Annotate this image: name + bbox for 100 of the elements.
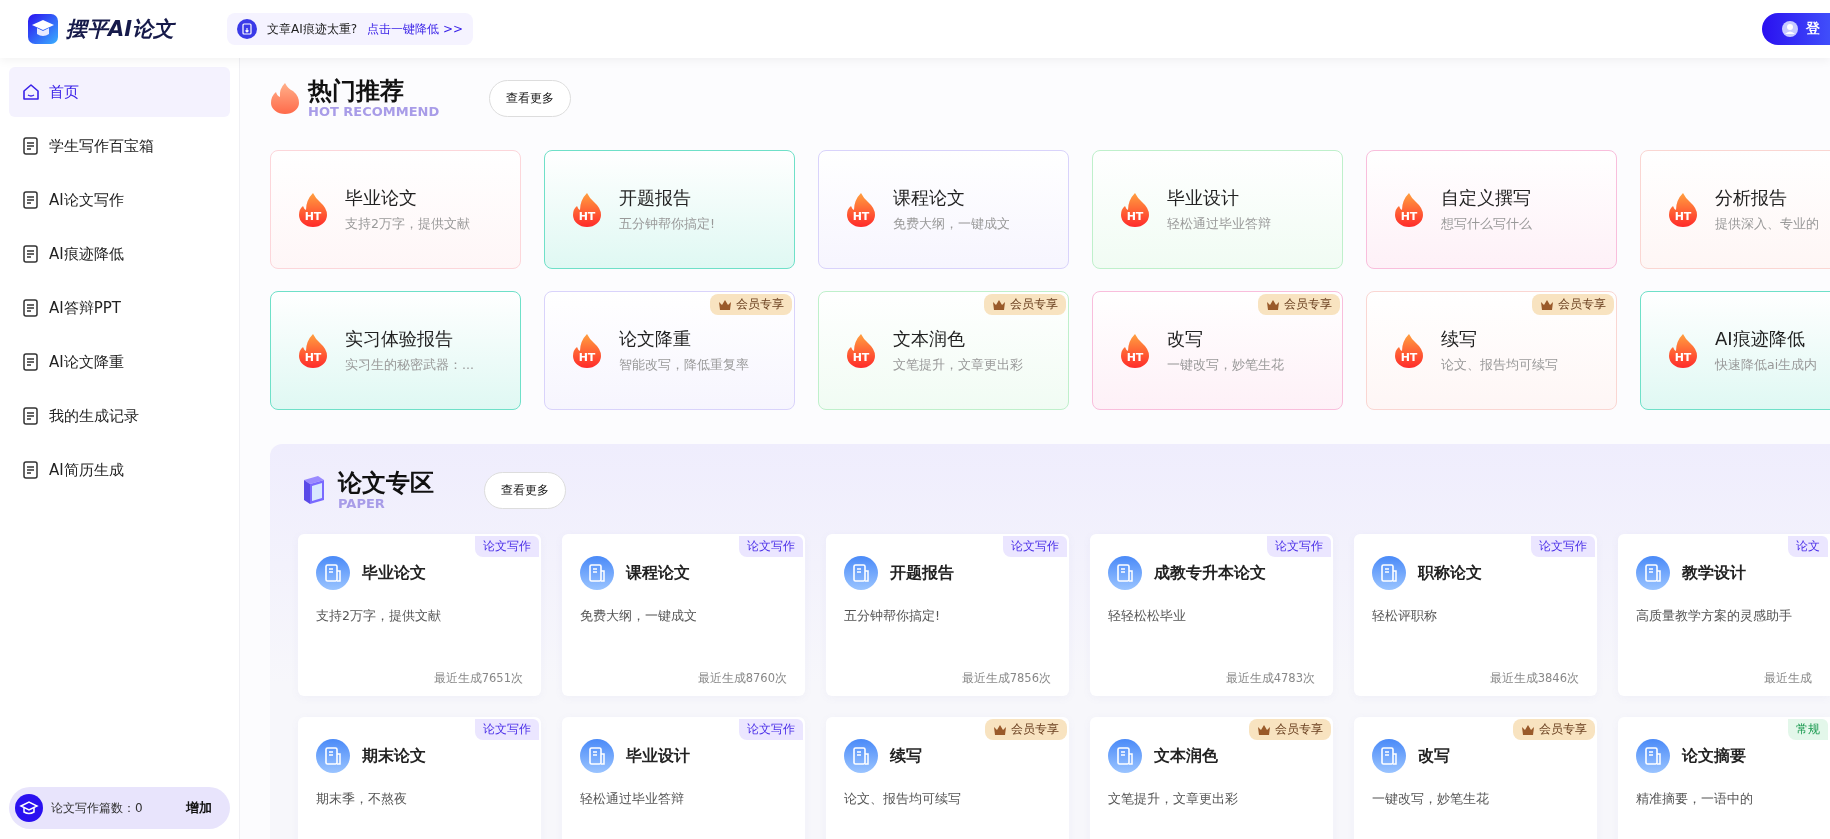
card-description: 提供深入、专业的 bbox=[1715, 216, 1819, 233]
paper-card[interactable]: 论文 教学设计 高质量教学方案的灵感助手 最近生成 bbox=[1618, 534, 1830, 696]
recommend-card[interactable]: HT 毕业设计 轻松通过毕业答辩 bbox=[1092, 150, 1343, 269]
vip-tag: 会员专享 bbox=[1513, 719, 1595, 740]
login-button[interactable]: 登 bbox=[1762, 13, 1830, 45]
vip-tag: 会员专享 bbox=[985, 719, 1067, 740]
view-more-button[interactable]: 查看更多 bbox=[489, 79, 572, 117]
document-icon bbox=[844, 556, 878, 590]
card-title: 文本润色 bbox=[893, 327, 966, 351]
document-icon bbox=[316, 556, 350, 590]
sidebar-item[interactable]: AI痕迹降低 bbox=[9, 229, 230, 279]
flame-badge-icon: HT bbox=[1121, 192, 1149, 227]
document-icon bbox=[1372, 556, 1406, 590]
document-icon bbox=[1372, 739, 1406, 773]
vip-tag: 会员专享 bbox=[1532, 294, 1614, 315]
recommend-card[interactable]: HT 开题报告 五分钟帮你搞定! bbox=[544, 150, 795, 269]
graduation-cap-logo-icon bbox=[28, 14, 58, 44]
flame-badge-icon: HT bbox=[299, 192, 327, 227]
add-button[interactable]: 增加 bbox=[180, 798, 218, 818]
paper-card[interactable]: 论文写作 职称论文 轻松评职称 最近生成3846次 bbox=[1354, 534, 1597, 696]
card-description: 文笔提升，文章更出彩 bbox=[893, 357, 1023, 374]
recommend-card[interactable]: HT 自定义撰写 想写什么写什么 bbox=[1366, 150, 1617, 269]
flame-badge-icon: HT bbox=[1121, 333, 1149, 368]
sidebar-item[interactable]: AI论文写作 bbox=[9, 175, 230, 225]
view-more-button[interactable]: 查看更多 bbox=[484, 471, 566, 509]
sidebar-item[interactable]: AI答辩PPT bbox=[9, 283, 230, 333]
card-title: 改写 bbox=[1167, 327, 1204, 351]
crown-icon bbox=[1540, 298, 1554, 311]
category-tag: 论文写作 bbox=[475, 536, 539, 557]
document-icon bbox=[1108, 739, 1142, 773]
recommend-card[interactable]: HT 课程论文 免费大纲，一键成文 bbox=[818, 150, 1069, 269]
card-title: 开题报告 bbox=[619, 186, 692, 210]
card-description: 轻松通过毕业答辩 bbox=[580, 791, 685, 808]
generation-count: 最近生成 bbox=[1764, 671, 1812, 686]
crown-icon bbox=[1521, 723, 1535, 736]
card-title: 毕业论文 bbox=[345, 186, 418, 210]
document-icon bbox=[21, 190, 41, 210]
card-description: 支持2万字，提供文献 bbox=[345, 216, 470, 233]
card-description: 五分钟帮你搞定! bbox=[619, 216, 715, 233]
card-title: 毕业设计 bbox=[626, 745, 690, 767]
paper-card[interactable]: 会员专享 文本润色 文笔提升，文章更出彩 bbox=[1090, 717, 1333, 839]
reduce-ai-link[interactable]: 点击一键降低 >> bbox=[367, 20, 464, 38]
paper-card[interactable]: 常规 论文摘要 精准摘要，一语中的 bbox=[1618, 717, 1830, 839]
flame-badge-icon: HT bbox=[299, 333, 327, 368]
document-icon bbox=[1636, 556, 1670, 590]
card-description: 免费大纲，一键成文 bbox=[893, 216, 1010, 233]
crown-icon bbox=[1257, 723, 1271, 736]
recommend-card[interactable]: HT 毕业论文 支持2万字，提供文献 bbox=[270, 150, 521, 269]
sidebar-item[interactable]: 首页 bbox=[9, 67, 230, 117]
document-icon bbox=[580, 739, 614, 773]
card-title: 自定义撰写 bbox=[1441, 186, 1532, 210]
sidebar-item[interactable]: 学生写作百宝箱 bbox=[9, 121, 230, 171]
recommend-card[interactable]: 会员专享 HT 改写 一键改写，妙笔生花 bbox=[1092, 291, 1343, 410]
crown-icon bbox=[993, 723, 1007, 736]
card-description: 高质量教学方案的灵感助手 bbox=[1636, 608, 1793, 625]
flame-badge-icon: HT bbox=[847, 333, 875, 368]
card-title: 职称论文 bbox=[1418, 562, 1482, 584]
card-title: 实习体验报告 bbox=[345, 327, 454, 351]
recommend-card[interactable]: HT AI痕迹降低 快速降低ai生成内 bbox=[1640, 291, 1830, 410]
recommend-card[interactable]: HT 分析报告 提供深入、专业的 bbox=[1640, 150, 1830, 269]
paper-card[interactable]: 论文写作 成教专升本论文 轻轻松松毕业 最近生成4783次 bbox=[1090, 534, 1333, 696]
card-title: 改写 bbox=[1418, 745, 1450, 767]
flame-badge-icon: HT bbox=[1669, 192, 1697, 227]
card-description: 轻松通过毕业答辩 bbox=[1167, 216, 1271, 233]
crown-icon bbox=[1266, 298, 1280, 311]
card-title: 毕业设计 bbox=[1167, 186, 1240, 210]
card-title: 期末论文 bbox=[362, 745, 426, 767]
paper-card[interactable]: 论文写作 毕业设计 轻松通过毕业答辩 bbox=[562, 717, 805, 839]
vip-tag: 会员专享 bbox=[984, 294, 1066, 315]
document-download-icon bbox=[237, 19, 257, 39]
sidebar-item[interactable]: AI简历生成 bbox=[9, 445, 230, 495]
generation-count: 最近生成7651次 bbox=[433, 671, 523, 686]
card-title: 续写 bbox=[890, 745, 922, 767]
document-icon bbox=[844, 739, 878, 773]
card-title: 成教专升本论文 bbox=[1154, 562, 1266, 584]
recommend-card[interactable]: 会员专享 HT 文本润色 文笔提升，文章更出彩 bbox=[818, 291, 1069, 410]
sidebar-item[interactable]: 我的生成记录 bbox=[9, 391, 230, 441]
card-description: 论文、报告均可续写 bbox=[844, 791, 962, 808]
card-title: 开题报告 bbox=[890, 562, 954, 584]
card-title: 课程论文 bbox=[893, 186, 966, 210]
card-title: 教学设计 bbox=[1682, 562, 1746, 584]
paper-card[interactable]: 会员专享 改写 一键改写，妙笔生花 bbox=[1354, 717, 1597, 839]
paper-card[interactable]: 论文写作 开题报告 五分钟帮你搞定! 最近生成7856次 bbox=[826, 534, 1069, 696]
sidebar-item[interactable]: AI论文降重 bbox=[9, 337, 230, 387]
generation-count: 最近生成7856次 bbox=[961, 671, 1051, 686]
logo-text: 摆平AI论文 bbox=[66, 16, 175, 43]
recommend-card[interactable]: 会员专享 HT 论文降重 智能改写，降低重复率 bbox=[544, 291, 795, 410]
paper-card[interactable]: 论文写作 期末论文 期末季，不熬夜 bbox=[298, 717, 541, 839]
recommend-card[interactable]: HT 实习体验报告 实习生的秘密武器：... bbox=[270, 291, 521, 410]
paper-card[interactable]: 会员专享 续写 论文、报告均可续写 bbox=[826, 717, 1069, 839]
vip-tag: 会员专享 bbox=[710, 294, 792, 315]
paper-card[interactable]: 论文写作 课程论文 免费大纲，一键成文 最近生成8760次 bbox=[562, 534, 805, 696]
card-title: 分析报告 bbox=[1715, 186, 1788, 210]
card-description: 轻轻松松毕业 bbox=[1108, 608, 1187, 625]
category-tag: 论文写作 bbox=[1267, 536, 1331, 557]
recommend-card[interactable]: 会员专享 HT 续写 论文、报告均可续写 bbox=[1366, 291, 1617, 410]
document-icon bbox=[21, 406, 41, 426]
paper-card[interactable]: 论文写作 毕业论文 支持2万字，提供文献 最近生成7651次 bbox=[298, 534, 541, 696]
document-icon bbox=[1636, 739, 1670, 773]
home-icon bbox=[21, 82, 41, 102]
